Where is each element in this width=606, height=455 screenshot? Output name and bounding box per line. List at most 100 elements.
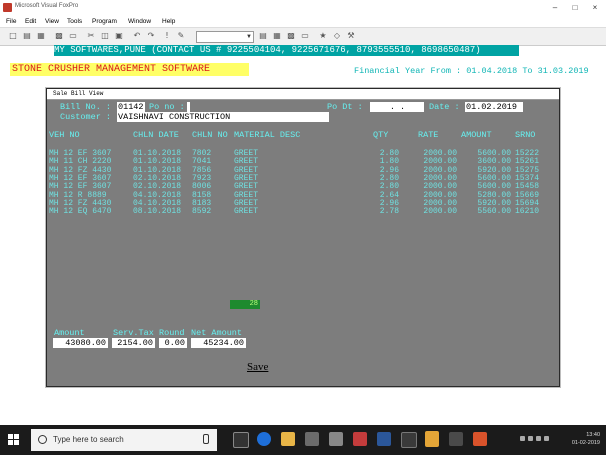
table-row[interactable]: MH 12 EF 3607 02.10.2018 8006 GREET 2.80… <box>47 183 559 191</box>
redo-icon[interactable]: ↷ <box>146 31 156 41</box>
row-count-badge: 28 <box>230 300 260 309</box>
material-cell: GREET <box>234 207 259 217</box>
windows-start-icon[interactable] <box>8 434 20 446</box>
mail-icon[interactable] <box>329 432 343 446</box>
app-icon[interactable] <box>401 432 417 448</box>
customer-label: Customer : <box>60 112 112 122</box>
file-explorer-icon[interactable] <box>281 432 295 446</box>
rate-cell: 2000.00 <box>423 207 457 217</box>
paste-icon[interactable]: ▣ <box>114 31 124 41</box>
undo-icon[interactable]: ↶ <box>132 31 142 41</box>
taskbar: Type here to search 13:40 01-02-2019 <box>0 425 606 455</box>
round-label: Round <box>159 328 185 338</box>
menu-edit[interactable]: Edit <box>25 16 36 27</box>
net-amount-label: Net Amount <box>191 328 243 338</box>
form-designer-icon[interactable]: ▩ <box>286 31 296 41</box>
srno-cell: 16210 <box>515 207 540 217</box>
col-rate: RATE <box>418 130 439 140</box>
col-chln-no: CHLN NO <box>192 130 228 140</box>
financial-year: Financial Year From : 01.04.2018 To 31.0… <box>354 66 589 76</box>
col-chln-date: CHLN DATE <box>133 130 179 140</box>
minimize-icon[interactable]: – <box>548 2 562 13</box>
toolbar: □ ▤ ▦ ▩ ▭ ✂ ◫ ▣ ↶ ↷ ! ✎ ▼ ▤ ▦ ▩ ▭ ★ ◇ ⚒ <box>0 27 606 46</box>
col-amount: AMOUNT <box>461 130 492 140</box>
taskbar-search[interactable]: Type here to search <box>31 429 217 451</box>
col-srno: SRNO <box>515 130 536 140</box>
po-dt-field[interactable]: . . <box>370 102 424 112</box>
contact-banner: MY SOFTWARES,PUNE (CONTACT US # 92255041… <box>54 45 519 56</box>
chln-date-cell: 08.10.2018 <box>133 207 182 217</box>
chln-no-cell: 8006 <box>192 182 212 192</box>
chevron-down-icon: ▼ <box>246 34 252 40</box>
serv-tax-field[interactable]: 2154.00 <box>112 338 155 348</box>
round-field[interactable]: 0.00 <box>159 338 187 348</box>
amount-cell: 5600.00 <box>477 182 511 192</box>
foxpro-taskbar-icon[interactable] <box>425 431 439 447</box>
menu-window[interactable]: Window <box>128 16 151 27</box>
po-dt-label: Po Dt : <box>327 102 363 112</box>
menu-file[interactable]: File <box>6 16 16 27</box>
po-no-label: Po no : <box>149 102 185 112</box>
run-icon[interactable]: ! <box>162 31 172 41</box>
col-material: MATERIAL DESC <box>234 130 301 140</box>
col-qty: QTY <box>373 130 389 140</box>
open-folder-icon[interactable]: ▤ <box>22 31 32 41</box>
tools-icon[interactable]: ⚒ <box>346 31 356 41</box>
veh-no-cell: MH 12 EF 3607 <box>49 182 112 192</box>
qty-cell: 2.80 <box>379 182 399 192</box>
new-file-icon[interactable]: □ <box>8 31 18 41</box>
modify-form-icon[interactable]: ✎ <box>176 31 186 41</box>
dialog-titlebar: Sale Bill View <box>47 89 559 100</box>
microphone-icon[interactable] <box>203 434 209 444</box>
amount-cell: 5560.00 <box>477 207 511 217</box>
save-icon[interactable]: ▦ <box>36 31 46 41</box>
amount-label: Amount <box>54 328 85 338</box>
search-placeholder: Type here to search <box>53 435 124 444</box>
serv-tax-label: Serv.Tax <box>113 328 154 338</box>
customer-field[interactable]: VAISHNAVI CONSTRUCTION <box>117 112 329 122</box>
data-session-icon[interactable]: ▦ <box>272 31 282 41</box>
date-label: Date : <box>429 102 460 112</box>
app-name-banner: STONE CRUSHER MANAGEMENT SOFTWARE <box>10 63 249 76</box>
menu-bar: File Edit View Tools Program Window Help <box>0 16 606 27</box>
po-no-field[interactable] <box>187 102 190 112</box>
task-view-icon[interactable] <box>233 432 249 448</box>
save-button[interactable]: Save <box>247 361 268 373</box>
material-cell: GREET <box>234 182 259 192</box>
close-icon[interactable]: × <box>588 2 602 13</box>
app-icon[interactable] <box>449 432 463 446</box>
clock[interactable]: 13:40 01-02-2019 <box>572 431 600 447</box>
cut-icon[interactable]: ✂ <box>86 31 96 41</box>
print-icon[interactable]: ▩ <box>54 31 64 41</box>
chln-date-cell: 02.10.2018 <box>133 182 182 192</box>
menu-help[interactable]: Help <box>162 16 175 27</box>
component-gallery-icon[interactable]: ◇ <box>332 31 342 41</box>
edge-icon[interactable] <box>257 432 271 446</box>
cortana-icon <box>38 435 47 444</box>
maximize-icon[interactable]: □ <box>568 2 582 13</box>
amount-field[interactable]: 43080.00 <box>53 338 108 348</box>
store-icon[interactable] <box>305 432 319 446</box>
command-window-icon[interactable]: ▤ <box>258 31 268 41</box>
system-tray-icons[interactable] <box>520 436 560 442</box>
net-amount-field[interactable]: 45234.00 <box>191 338 246 348</box>
menu-view[interactable]: View <box>45 16 59 27</box>
word-icon[interactable] <box>377 432 391 446</box>
menu-tools[interactable]: Tools <box>67 16 82 27</box>
app-icon[interactable] <box>473 432 487 446</box>
app-icon[interactable] <box>353 432 367 446</box>
window-titlebar: Microsoft Visual FoxPro – □ × <box>0 0 606 16</box>
bill-no-field[interactable]: 01142 <box>117 102 145 112</box>
qty-cell: 2.78 <box>379 207 399 217</box>
print-preview-icon[interactable]: ▭ <box>68 31 78 41</box>
database-combo[interactable]: ▼ <box>196 31 254 43</box>
foxpro-app-icon <box>3 3 12 12</box>
date-field[interactable]: 01.02.2019 <box>465 102 523 112</box>
copy-icon[interactable]: ◫ <box>100 31 110 41</box>
clock-date: 01-02-2019 <box>571 440 600 446</box>
class-browser-icon[interactable]: ★ <box>318 31 328 41</box>
table-row[interactable]: MH 12 EQ 6470 08.10.2018 8592 GREET 2.78… <box>47 208 559 216</box>
menu-program[interactable]: Program <box>92 16 117 27</box>
report-designer-icon[interactable]: ▭ <box>300 31 310 41</box>
bill-no-label: Bill No. : <box>60 102 112 112</box>
